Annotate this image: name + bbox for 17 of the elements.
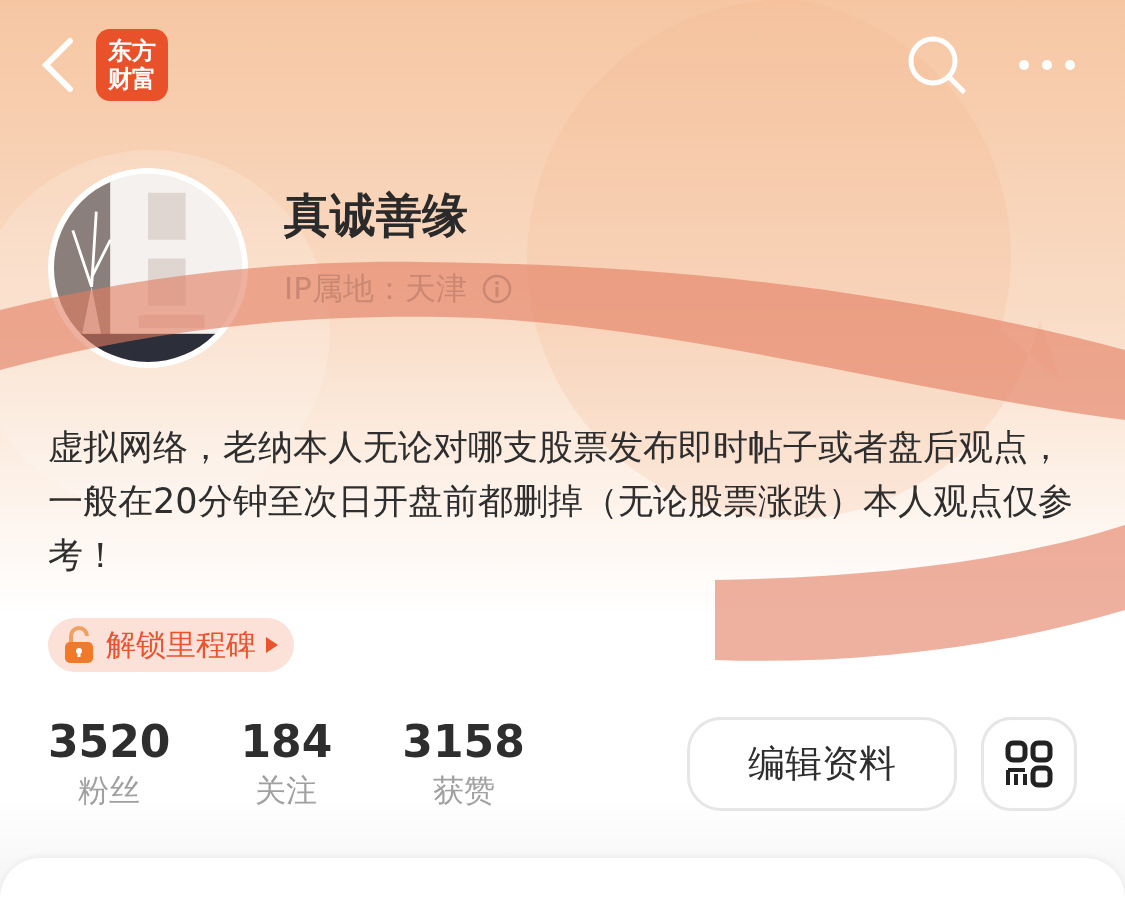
caret-icon <box>266 637 278 653</box>
qr-code-button[interactable] <box>981 717 1077 811</box>
more-icon[interactable] <box>1017 58 1077 72</box>
edit-profile-button[interactable]: 编辑资料 <box>687 717 957 811</box>
bio-text: 虚拟网络，老纳本人无论对哪支股票发布即时帖子或者盘后观点，一般在20分钟至次日开盘前都删掉（无论股票涨跌）本人观点仅参考！ <box>48 426 1074 577</box>
user-name: 真诚善缘 <box>284 188 469 242</box>
app-logo: 东方 财富 <box>96 29 168 101</box>
stat-label: 粉丝 <box>78 771 141 810</box>
stat-count: 184 <box>240 716 333 768</box>
qr-code-icon <box>1005 740 1053 788</box>
padlock-icon <box>62 625 96 665</box>
info-icon[interactable] <box>480 273 513 305</box>
stat-count: 3520 <box>48 716 171 768</box>
back-icon[interactable] <box>40 37 76 93</box>
stat-label: 获赞 <box>432 771 495 810</box>
stat-label: 关注 <box>255 771 318 810</box>
stat-count: 3158 <box>402 716 525 768</box>
